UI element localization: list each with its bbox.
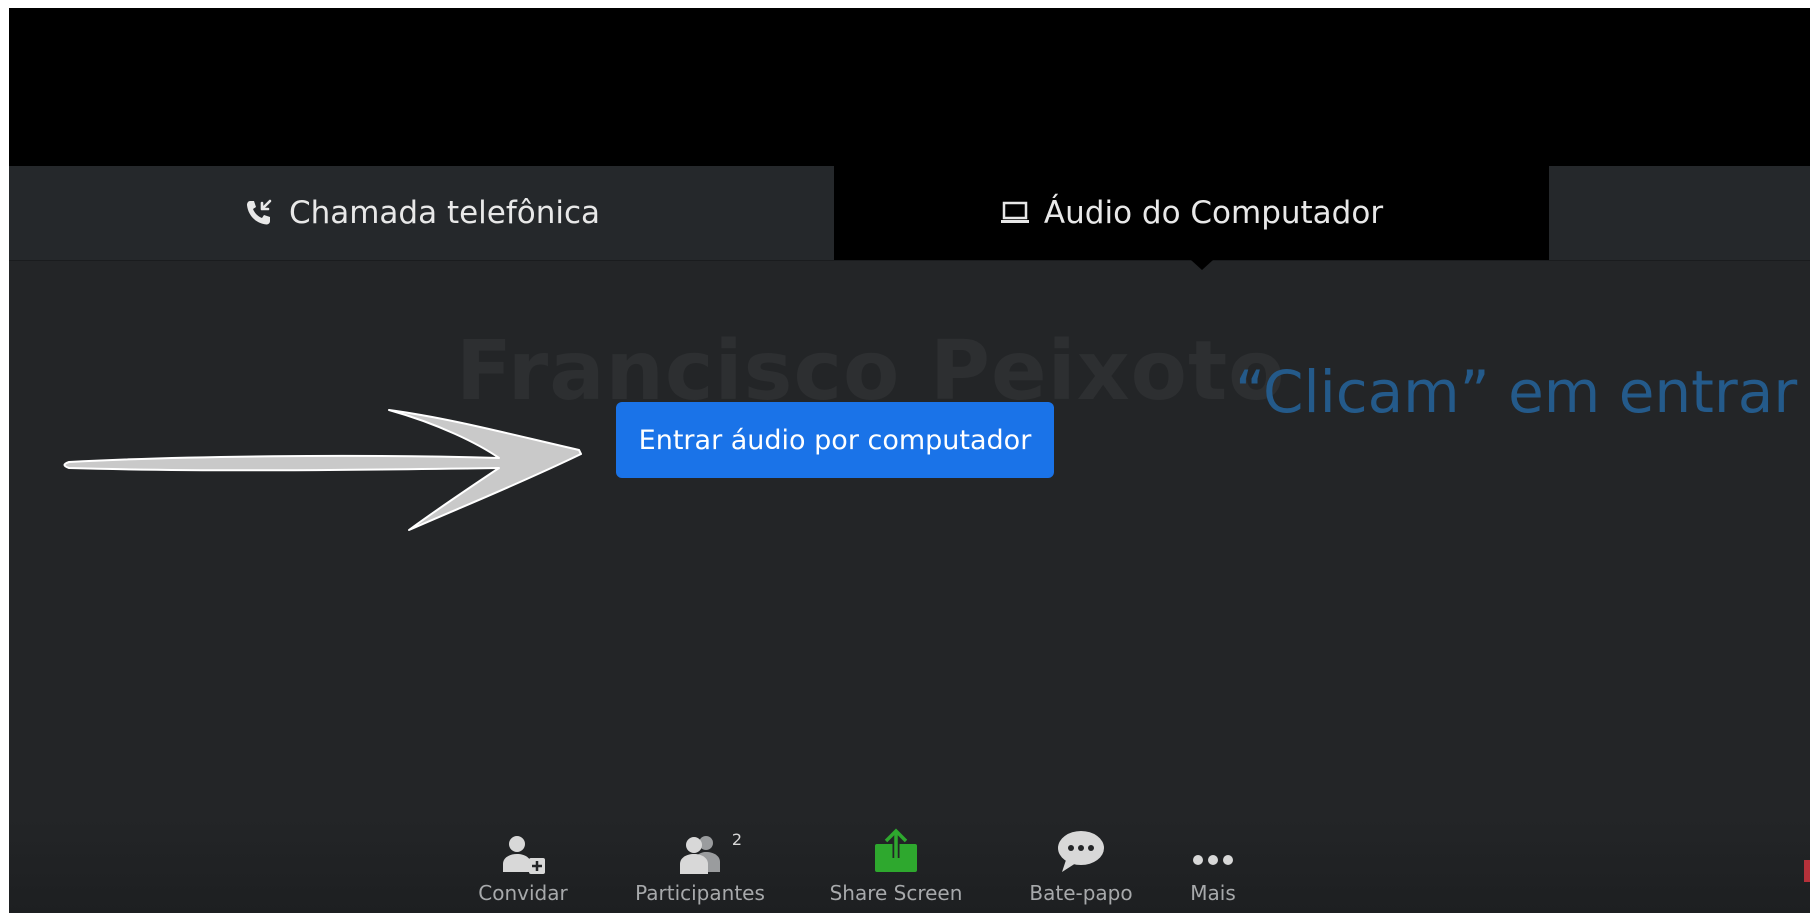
annotation-text: “Clicam” em entrar xyxy=(1235,358,1798,426)
chat-bubble-icon xyxy=(1056,818,1106,874)
annotation-arrow xyxy=(59,404,589,540)
laptop-icon xyxy=(1000,200,1030,226)
zoom-meeting-window: Chamada telefônica Áudio do Computador F… xyxy=(9,8,1810,913)
share-screen-label: Share Screen xyxy=(829,881,963,905)
tab-phone-call[interactable]: Chamada telefônica xyxy=(9,166,834,260)
audio-tabs: Chamada telefônica Áudio do Computador xyxy=(9,166,1810,261)
participants-button[interactable]: 2 Participantes xyxy=(627,818,773,913)
tab-computer-audio[interactable]: Áudio do Computador xyxy=(834,166,1549,260)
active-tab-pointer xyxy=(1191,260,1213,270)
share-screen-button[interactable]: Share Screen xyxy=(823,818,969,913)
tab-phone-call-label: Chamada telefônica xyxy=(288,195,601,231)
join-computer-audio-button[interactable]: Entrar áudio por computador xyxy=(616,402,1054,478)
tab-computer-audio-label: Áudio do Computador xyxy=(1043,195,1384,231)
participants-count-badge: 2 xyxy=(731,830,742,849)
invite-button[interactable]: Convidar xyxy=(471,818,575,913)
more-button[interactable]: Mais xyxy=(1173,818,1253,913)
phone-incoming-icon xyxy=(243,197,275,229)
video-area xyxy=(9,8,1810,166)
chat-button[interactable]: Bate-papo xyxy=(1021,818,1141,913)
participants-icon: 2 xyxy=(676,818,742,874)
add-user-icon xyxy=(499,818,547,874)
participants-label: Participantes xyxy=(635,881,765,905)
chat-label: Bate-papo xyxy=(1029,881,1133,905)
more-dots-icon xyxy=(1189,818,1237,874)
end-meeting-edge[interactable] xyxy=(1804,860,1810,882)
share-screen-icon xyxy=(873,818,919,874)
meeting-toolbar: Convidar 2 Participantes Share Screen Ba… xyxy=(9,818,1810,913)
invite-label: Convidar xyxy=(478,881,568,905)
more-label: Mais xyxy=(1190,881,1236,905)
